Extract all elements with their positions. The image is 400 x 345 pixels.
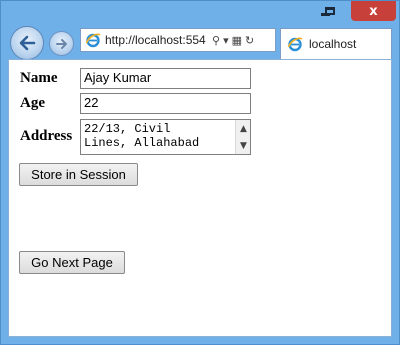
maximize-icon bbox=[325, 7, 335, 15]
scroll-down-icon[interactable]: ▼ bbox=[236, 137, 251, 154]
age-field[interactable]: 22 bbox=[80, 93, 251, 114]
name-field[interactable]: Ajay Kumar bbox=[80, 68, 251, 89]
address-textarea[interactable]: 22/13, Civil Lines, Allahabad ▲ ▼ bbox=[80, 119, 251, 155]
store-in-session-button[interactable]: Store in Session bbox=[19, 163, 138, 186]
close-button[interactable]: x bbox=[351, 1, 396, 21]
browser-window: x http://localhost:554 ⚲ ▾ ▦ ↻ localhost… bbox=[0, 0, 400, 345]
maximize-button[interactable] bbox=[317, 1, 343, 21]
forward-arrow-icon bbox=[55, 38, 67, 49]
chevron-down-icon[interactable]: ▾ bbox=[223, 34, 229, 47]
tab-title: localhost bbox=[309, 37, 357, 51]
address-text[interactable]: 22/13, Civil Lines, Allahabad bbox=[84, 122, 234, 150]
compatibility-view-icon[interactable]: ▦ bbox=[232, 34, 242, 47]
address-bar[interactable]: http://localhost:554 ⚲ ▾ ▦ ↻ bbox=[80, 28, 276, 52]
navigation-bar: http://localhost:554 ⚲ ▾ ▦ ↻ localhost bbox=[1, 23, 399, 60]
address-tools: ⚲ ▾ ▦ ↻ bbox=[212, 34, 254, 47]
refresh-icon[interactable]: ↻ bbox=[245, 34, 254, 47]
age-label: Age bbox=[20, 95, 45, 111]
ie-logo-icon bbox=[287, 37, 303, 52]
address-url[interactable]: http://localhost:554 bbox=[105, 33, 209, 47]
ie-logo-icon bbox=[85, 33, 101, 48]
search-icon[interactable]: ⚲ bbox=[212, 34, 220, 47]
title-bar: x bbox=[1, 1, 399, 23]
textarea-scrollbar[interactable]: ▲ ▼ bbox=[235, 120, 250, 154]
back-button[interactable] bbox=[10, 26, 44, 60]
name-label: Name bbox=[20, 70, 58, 86]
page-content: Name Ajay Kumar Age 22 Address 22/13, Ci… bbox=[8, 59, 392, 337]
back-arrow-icon bbox=[19, 35, 36, 51]
tab-localhost[interactable]: localhost bbox=[280, 28, 392, 59]
scroll-up-icon[interactable]: ▲ bbox=[236, 120, 251, 137]
go-next-page-button[interactable]: Go Next Page bbox=[19, 251, 125, 274]
forward-button[interactable] bbox=[49, 31, 74, 56]
address-label: Address bbox=[20, 128, 73, 144]
